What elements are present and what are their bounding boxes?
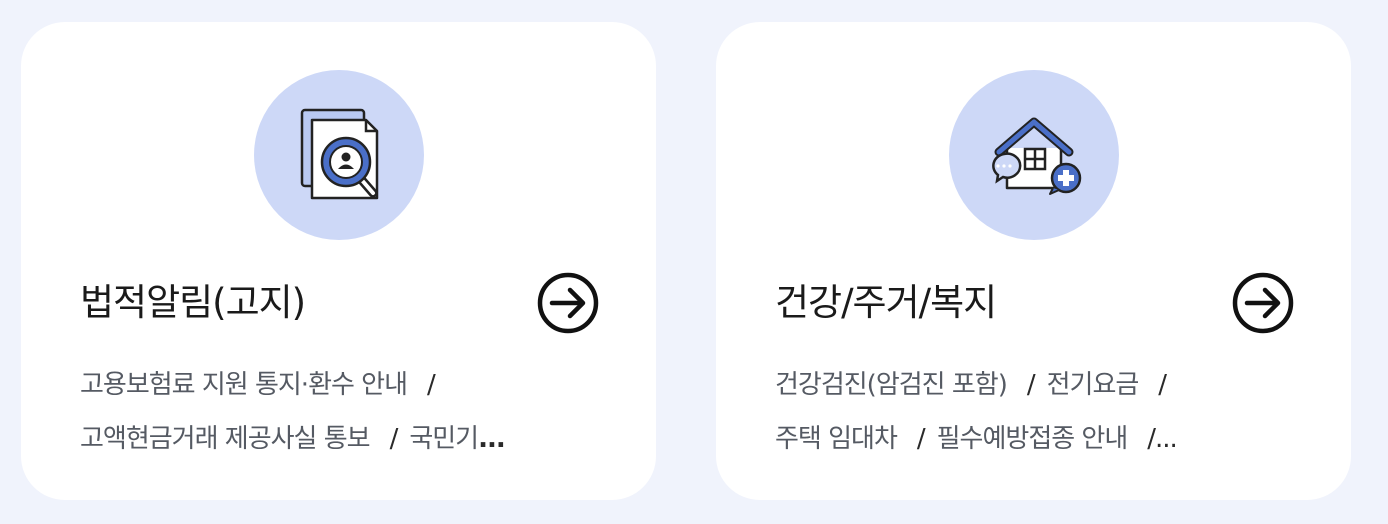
card-legal-notice[interactable]: 법적알림(고지) 고용보험료 지원 통지·환수 안내 / 고액현금거래 제공사실 … (21, 22, 656, 500)
separator: / (1158, 370, 1167, 400)
arrow-right-icon[interactable] (536, 271, 600, 335)
card-health-housing-welfare[interactable]: 건강/주거/복지 건강검진(암검진 포함) / 전기요금 / 주택 임대차 / 필수예방접… (716, 22, 1351, 500)
link-line: 고용보험료 지원 통지·환수 안내 / (80, 358, 610, 412)
link-national-pension[interactable]: 국민기 (409, 424, 479, 454)
document-search-icon (300, 108, 379, 200)
card-title: 법적알림(고지) (80, 281, 306, 324)
link-electricity-bill[interactable]: 전기요금 (1047, 370, 1140, 400)
icon-badge (254, 70, 424, 240)
icon-badge (949, 70, 1119, 240)
ellipsis: ... (478, 424, 506, 454)
separator-ellipsis: /... (1147, 424, 1178, 454)
link-house-lease[interactable]: 주택 임대차 (775, 424, 898, 454)
house-care-icon (992, 117, 1082, 195)
separator: / (916, 424, 926, 454)
link-cash-transaction[interactable]: 고액현금거래 제공사실 통보 (80, 424, 371, 454)
link-list: 건강검진(암검진 포함) / 전기요금 / 주택 임대차 / 필수예방접종 안내 /... (775, 358, 1305, 466)
separator: / (389, 424, 399, 454)
card-title: 건강/주거/복지 (775, 281, 997, 324)
link-list: 고용보험료 지원 통지·환수 안내 / 고액현금거래 제공사실 통보 / 국민기... (80, 358, 610, 466)
arrow-right-icon[interactable] (1231, 271, 1295, 335)
separator: / (427, 370, 436, 400)
link-line: 건강검진(암검진 포함) / 전기요금 / (775, 358, 1305, 412)
link-line: 주택 임대차 / 필수예방접종 안내 /... (775, 412, 1305, 466)
link-line: 고액현금거래 제공사실 통보 / 국민기... (80, 412, 610, 466)
link-employment-insurance[interactable]: 고용보험료 지원 통지·환수 안내 (80, 370, 408, 400)
service-cards: 법적알림(고지) 고용보험료 지원 통지·환수 안내 / 고액현금거래 제공사실 … (0, 0, 1388, 524)
link-vaccination[interactable]: 필수예방접종 안내 (937, 424, 1129, 454)
link-health-checkup[interactable]: 건강검진(암검진 포함) (775, 370, 1008, 400)
separator: / (1026, 370, 1036, 400)
